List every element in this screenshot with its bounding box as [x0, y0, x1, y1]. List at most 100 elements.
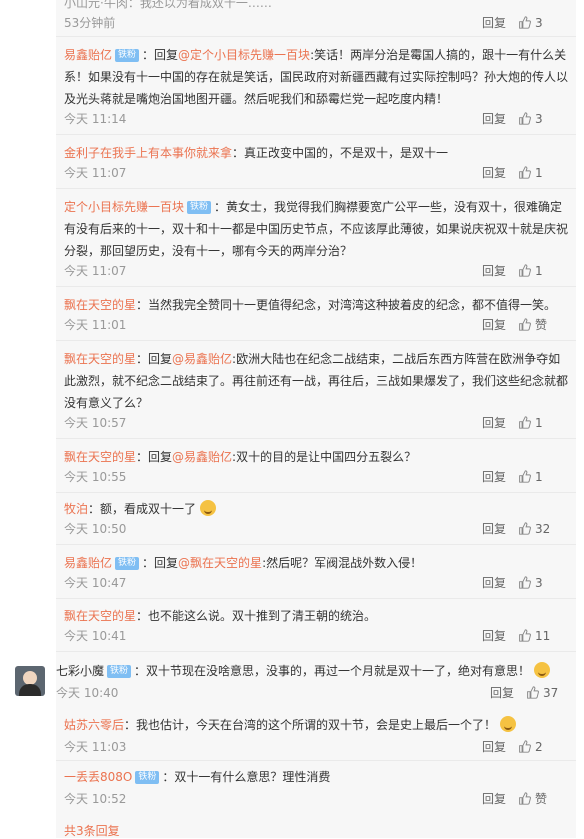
reply-button[interactable]: 回复: [482, 316, 506, 334]
like-count: 1: [535, 470, 543, 484]
reply-item: 定个小目标先赚一百块 铁粉 ：黄女士，我觉得我们胸襟要宽广公平一些，没有双十，很难确…: [64, 196, 568, 278]
thumbs-up-icon: [519, 470, 531, 483]
like-button[interactable]: 37: [526, 684, 576, 702]
reply-text: ：真正改变中国的，不是双十，是双十一: [232, 146, 449, 160]
sub-reply-thread: 姑苏六零后：我也估计，今天在台湾的这个所谓的双十节，会是史上最后一个了！ 今天 …: [56, 708, 576, 838]
reply-meta: 今天 11:14 回复 3: [64, 110, 568, 128]
reply-user[interactable]: 飘在天空的星: [64, 609, 136, 623]
like-count: 赞: [535, 792, 548, 806]
divider: [56, 760, 576, 761]
reply-body: 易鑫贻亿 铁粉 ：回复@定个小目标先赚一百块:笑话！两岸分治是霉国人搞的，跟十一有什…: [64, 44, 568, 110]
like-button[interactable]: 1: [518, 262, 568, 280]
reply-meta: 今天 10:55 回复 1: [64, 468, 568, 486]
reply-time: 今天 10:47: [64, 576, 127, 590]
reply-item: 一丢丢808O 铁粉 ：双十一有什么意思？理性消费 今天 10:52 回复 赞: [64, 766, 568, 806]
reply-user[interactable]: 飘在天空的星: [64, 298, 136, 312]
like-button[interactable]: 2: [518, 738, 568, 756]
like-button[interactable]: 3: [518, 574, 568, 592]
thumbs-up-icon: [519, 576, 531, 589]
doge-emoji-icon: [199, 500, 216, 516]
reply-time: 今天 11:07: [64, 166, 127, 180]
reply-button[interactable]: 回复: [482, 262, 506, 280]
reply-user[interactable]: 易鑫贻亿: [64, 556, 112, 570]
thumbs-up-icon: [519, 522, 531, 535]
fan-badge: 铁粉: [135, 771, 160, 784]
reply-text: ：额，看成双十一了: [88, 502, 197, 516]
reply-user[interactable]: 飘在天空的星: [64, 352, 136, 366]
reply-text: :然后呢？军阀混战外数入侵！: [262, 556, 423, 570]
reply-item: 飘在天空的星：也不能这么说。双十推到了清王朝的统治。 今天 10:41 回复 11: [64, 605, 568, 643]
reply-prefix: ：回复: [136, 450, 173, 464]
reply-text: :双十的目的是让中国四分五裂么？: [232, 450, 417, 464]
more-replies-link[interactable]: 共3条回复: [64, 824, 120, 838]
mention-link[interactable]: @定个小目标先赚一百块: [178, 48, 310, 62]
reply-user[interactable]: 易鑫贻亿: [64, 48, 112, 62]
reply-user[interactable]: 牧泊: [64, 502, 88, 516]
reply-meta: 今天 11:03 回复 2: [64, 738, 568, 756]
like-count: 2: [535, 740, 543, 754]
reply-meta: 53分钟前 回复 3: [64, 14, 568, 32]
reply-button[interactable]: 回复: [482, 164, 506, 182]
like-button[interactable]: 3: [518, 110, 568, 128]
like-button[interactable]: 11: [518, 627, 568, 645]
like-button[interactable]: 赞: [518, 790, 568, 808]
reply-text: :笑话！两岸分治是霉国人搞的，跟十一有什么关系！如果没有十一中国的存在就是笑话，…: [64, 48, 569, 106]
reply-button[interactable]: 回复: [482, 110, 506, 128]
divider: [56, 544, 576, 545]
avatar[interactable]: [15, 666, 45, 696]
reply-button[interactable]: 回复: [482, 627, 506, 645]
thumbs-up-icon: [519, 264, 531, 277]
main-comment-time: 今天 10:40: [56, 686, 119, 700]
divider: [56, 438, 576, 439]
reply-item: 金利子在我手上有本事你就来拿：真正改变中国的，不是双十，是双十一今天 11:07…: [64, 142, 568, 180]
more-replies[interactable]: 共3条回复: [64, 822, 568, 839]
reply-meta: 今天 10:47 回复 3: [64, 574, 568, 592]
reply-time: 今天 10:52: [64, 792, 127, 806]
reply-user[interactable]: 飘在天空的星: [64, 450, 136, 464]
like-count: 3: [535, 16, 543, 30]
like-button[interactable]: 3: [518, 14, 568, 32]
reply-text: ：当然我完全赞同十一更值得纪念，对湾湾这种披着皮的纪念，都不值得一笑。: [136, 298, 557, 312]
mention-link[interactable]: @飘在天空的星: [178, 556, 262, 570]
mention-link[interactable]: @易鑫贻亿: [172, 450, 232, 464]
reply-button[interactable]: 回复: [482, 14, 506, 32]
like-button[interactable]: 1: [518, 468, 568, 486]
laugh-emoji-icon: [533, 662, 550, 678]
divider: [56, 188, 576, 189]
reply-user[interactable]: 定个小目标先赚一百块: [64, 200, 184, 214]
reply-item: 飘在天空的星：回复@易鑫贻亿:欧洲大陆也在纪念二战结束，二战后东西方阵营在欧洲争…: [64, 348, 568, 430]
main-comment-user[interactable]: 七彩小魔: [56, 664, 104, 678]
smile-emoji-icon: [499, 716, 516, 732]
reply-item: 飘在天空的星：当然我完全赞同十一更值得纪念，对湾湾这种披着皮的纪念，都不值得一笑…: [64, 294, 568, 332]
reply-text: ：也不能这么说。双十推到了清王朝的统治。: [136, 609, 377, 623]
divider: [56, 492, 576, 493]
reply-time: 今天 11:01: [64, 318, 127, 332]
like-button[interactable]: 1: [518, 164, 568, 182]
reply-body: 飘在天空的星：回复@易鑫贻亿:双十的目的是让中国四分五裂么？: [64, 446, 568, 468]
reply-time: 今天 11:14: [64, 112, 127, 126]
thumbs-up-icon: [519, 318, 531, 331]
reply-meta: 今天 10:41 回复 11: [64, 627, 568, 645]
thumbs-up-icon: [519, 629, 531, 642]
like-button[interactable]: 32: [518, 520, 568, 538]
fan-badge: 铁粉: [115, 49, 140, 62]
reply-user[interactable]: 金利子在我手上有本事你就来拿: [64, 146, 232, 160]
reply-body: 易鑫贻亿 铁粉 ：回复@飘在天空的星:然后呢？军阀混战外数入侵！: [64, 552, 568, 574]
reply-button[interactable]: 回复: [482, 520, 506, 538]
reply-user[interactable]: 一丢丢808O: [64, 770, 132, 784]
reply-button[interactable]: 回复: [482, 414, 506, 432]
like-button[interactable]: 1: [518, 414, 568, 432]
reply-button[interactable]: 回复: [482, 468, 506, 486]
reply-item: 姑苏六零后：我也估计，今天在台湾的这个所谓的双十节，会是史上最后一个了！ 今天 …: [64, 714, 568, 754]
reply-user[interactable]: 姑苏六零后: [64, 718, 124, 732]
divider: [56, 651, 576, 652]
divider: [56, 286, 576, 287]
divider: [56, 598, 576, 599]
reply-button[interactable]: 回复: [482, 738, 506, 756]
reply-meta: 今天 11:07 回复 1: [64, 164, 568, 182]
like-button[interactable]: 赞: [518, 316, 568, 334]
mention-link[interactable]: @易鑫贻亿: [172, 352, 232, 366]
reply-button[interactable]: 回复: [482, 574, 506, 592]
reply-button[interactable]: 回复: [490, 684, 514, 702]
reply-button[interactable]: 回复: [482, 790, 506, 808]
